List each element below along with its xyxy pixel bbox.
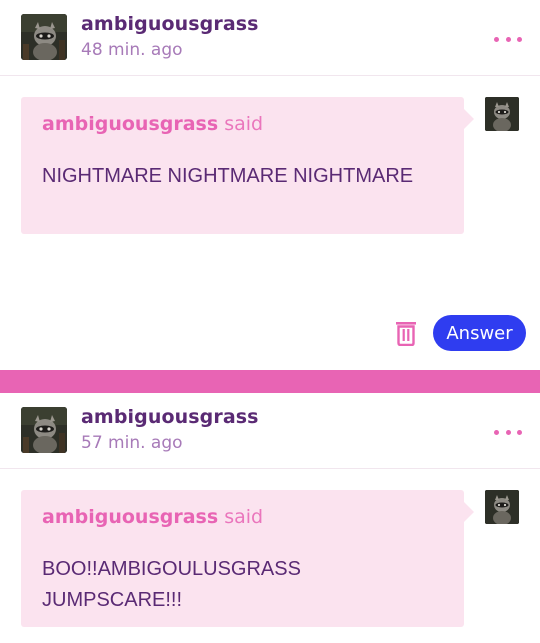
asker-username[interactable]: ambiguousgrass <box>42 113 218 135</box>
more-dot <box>505 429 511 435</box>
more-horizontal-icon <box>494 429 499 435</box>
more-dot <box>517 429 522 435</box>
more-options-button[interactable] <box>494 32 522 46</box>
post-timestamp: 57 min. ago <box>81 433 183 453</box>
more-options-button[interactable] <box>494 425 522 439</box>
delete-button[interactable] <box>395 320 417 347</box>
raccoon-avatar-image <box>21 407 67 453</box>
header-divider <box>0 468 540 469</box>
raccoon-avatar-image <box>485 490 519 524</box>
more-horizontal-icon <box>494 36 499 42</box>
more-dot <box>517 36 522 42</box>
question-header: ambiguousgrass said <box>42 506 263 528</box>
ask-post: ambiguousgrass 57 min. ago ambiguousgras… <box>0 393 540 643</box>
question-bubble: ambiguousgrass said BOO!!AMBIGOULUSGRASS… <box>21 490 474 627</box>
post-separator <box>0 370 540 393</box>
question-header: ambiguousgrass said <box>42 113 263 135</box>
more-dot <box>505 36 511 42</box>
said-label: said <box>224 113 264 135</box>
asker-avatar[interactable] <box>485 490 519 524</box>
asker-username[interactable]: ambiguousgrass <box>42 506 218 528</box>
raccoon-avatar-image <box>485 97 519 131</box>
ask-post: ambiguousgrass 48 min. ago ambiguousgras… <box>0 0 540 370</box>
author-username[interactable]: ambiguousgrass <box>81 406 259 428</box>
question-text: NIGHTMARE NIGHTMARE NIGHTMARE <box>42 165 414 187</box>
answer-button[interactable]: Answer <box>433 315 526 351</box>
question-bubble: ambiguousgrass said NIGHTMARE NIGHTMARE … <box>21 97 474 234</box>
question-text: BOO!!AMBIGOULUSGRASS JUMPSCARE!!! <box>42 558 301 611</box>
header-divider <box>0 75 540 76</box>
author-avatar[interactable] <box>21 14 67 60</box>
author-username[interactable]: ambiguousgrass <box>81 13 259 35</box>
said-label: said <box>224 506 264 528</box>
asker-avatar[interactable] <box>485 97 519 131</box>
author-avatar[interactable] <box>21 407 67 453</box>
trash-icon <box>396 322 416 347</box>
post-timestamp: 48 min. ago <box>81 40 183 60</box>
raccoon-avatar-image <box>21 14 67 60</box>
